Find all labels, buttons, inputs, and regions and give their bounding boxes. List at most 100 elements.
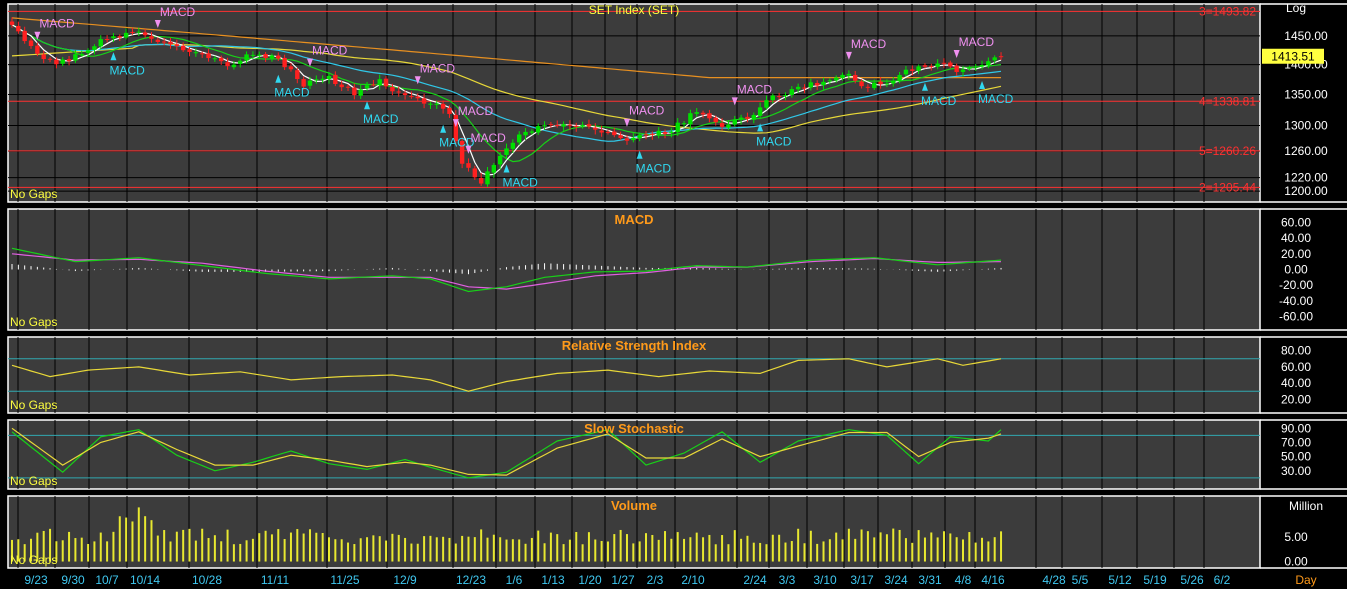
candle-body [935,63,940,67]
macd-sell-label: MACD [160,5,196,19]
macd-y-tick: 60.00 [1281,215,1311,229]
candle-body [998,56,1004,58]
x-tick-label: 1/27 [611,573,635,587]
volume-no-gaps: No Gaps [10,553,57,567]
candle-body [637,134,642,139]
candle-body [472,168,478,178]
candle-body [111,36,116,39]
rsi-y-tick: 40.00 [1281,376,1311,390]
x-tick-label: 12/9 [393,573,417,587]
macd-buy-label: MACD [756,134,792,148]
candle-body [789,89,795,95]
macd-sell-label: MACD [959,35,995,49]
candle-body [738,117,744,120]
candle-body [16,25,21,32]
candle-body [47,58,53,60]
price-y-tick: 1200.00 [1284,184,1328,198]
candle-body [967,67,972,69]
stoch-y-tick: 70.00 [1281,435,1311,449]
macd-buy-label: MACD [503,175,539,189]
candle-body [605,131,611,133]
candle-body [180,45,186,51]
macd-sell-label: MACD [420,61,456,75]
candle-body [104,38,110,40]
macd-buy-label: MACD [636,162,672,176]
x-tick-label: 6/2 [1214,573,1231,587]
stoch-y-tick: 90.00 [1281,421,1311,435]
candle-body [612,131,617,136]
candle-body [834,77,839,81]
candle-body [428,103,433,105]
macd-buy-label: MACD [921,94,957,108]
candle-body [979,64,985,67]
candle-body [517,134,522,143]
candle-body [529,131,535,133]
candle-body [497,155,503,165]
price-y-tick: 1220.00 [1284,171,1328,185]
x-tick-label: 5/12 [1108,573,1132,587]
fib-level-label: 3=1493.82 [1199,4,1256,18]
candle-body [200,53,205,55]
macd-y-tick: -20.00 [1279,278,1313,292]
candle-body [960,69,966,72]
candle-body [840,74,845,79]
price-no-gaps: No Gaps [10,187,57,201]
candle-body [212,58,218,60]
candle-body [808,82,814,88]
candle-body [225,62,230,67]
candle-body [694,112,699,114]
candle-body [155,39,161,42]
price-y-tick: 1260.00 [1284,144,1328,158]
candle-body [54,59,59,65]
candle-body [732,119,737,125]
stoch-y-tick: 50.00 [1281,450,1311,464]
rsi-no-gaps: No Gaps [10,398,57,412]
candle-body [282,57,287,68]
x-tick-label: 10/7 [95,573,119,587]
candle-body [948,62,953,67]
volume-title: Volume [611,498,657,513]
candle-body [910,69,915,71]
candle-body [66,59,72,62]
candle-body [358,89,363,96]
candle-body [352,87,357,96]
x-tick-label: 1/13 [541,573,565,587]
scale-label: Log [1286,1,1306,15]
candle-body [764,100,769,108]
candle-body [377,79,382,86]
x-tick-label: 4/28 [1042,573,1066,587]
candle-body [333,74,338,85]
candle-body [345,86,351,88]
candle-body [523,131,528,136]
x-tick-label: 3/24 [884,573,908,587]
candle-body [795,86,801,90]
candle-body [22,30,27,42]
rsi-y-tick: 80.00 [1281,344,1311,358]
candle-body [827,80,833,82]
candle-body [929,66,934,68]
candle-body [783,95,788,97]
x-tick-label: 4/8 [955,573,972,587]
x-tick-label: 10/14 [130,573,160,587]
candle-body [865,86,871,88]
candle-body [814,82,820,86]
candle-body [219,57,224,62]
candle-body [402,93,408,96]
candle-body [726,124,731,128]
candle-body [561,124,566,127]
candle-body [269,55,275,59]
candle-body [238,60,243,64]
candle-body [466,163,471,168]
candle-body [859,81,864,87]
macd-buy-label: MACD [363,112,399,126]
candle-body [142,32,148,36]
x-tick-label: 5/5 [1072,573,1089,587]
candle-body [485,171,490,185]
x-tick-label: 11/25 [330,573,359,587]
candle-body [421,98,427,104]
x-tick-label: 9/30 [61,573,85,587]
candle-body [821,81,826,86]
candle-body [250,54,256,56]
candle-body [130,31,135,33]
candle-body [713,117,718,123]
